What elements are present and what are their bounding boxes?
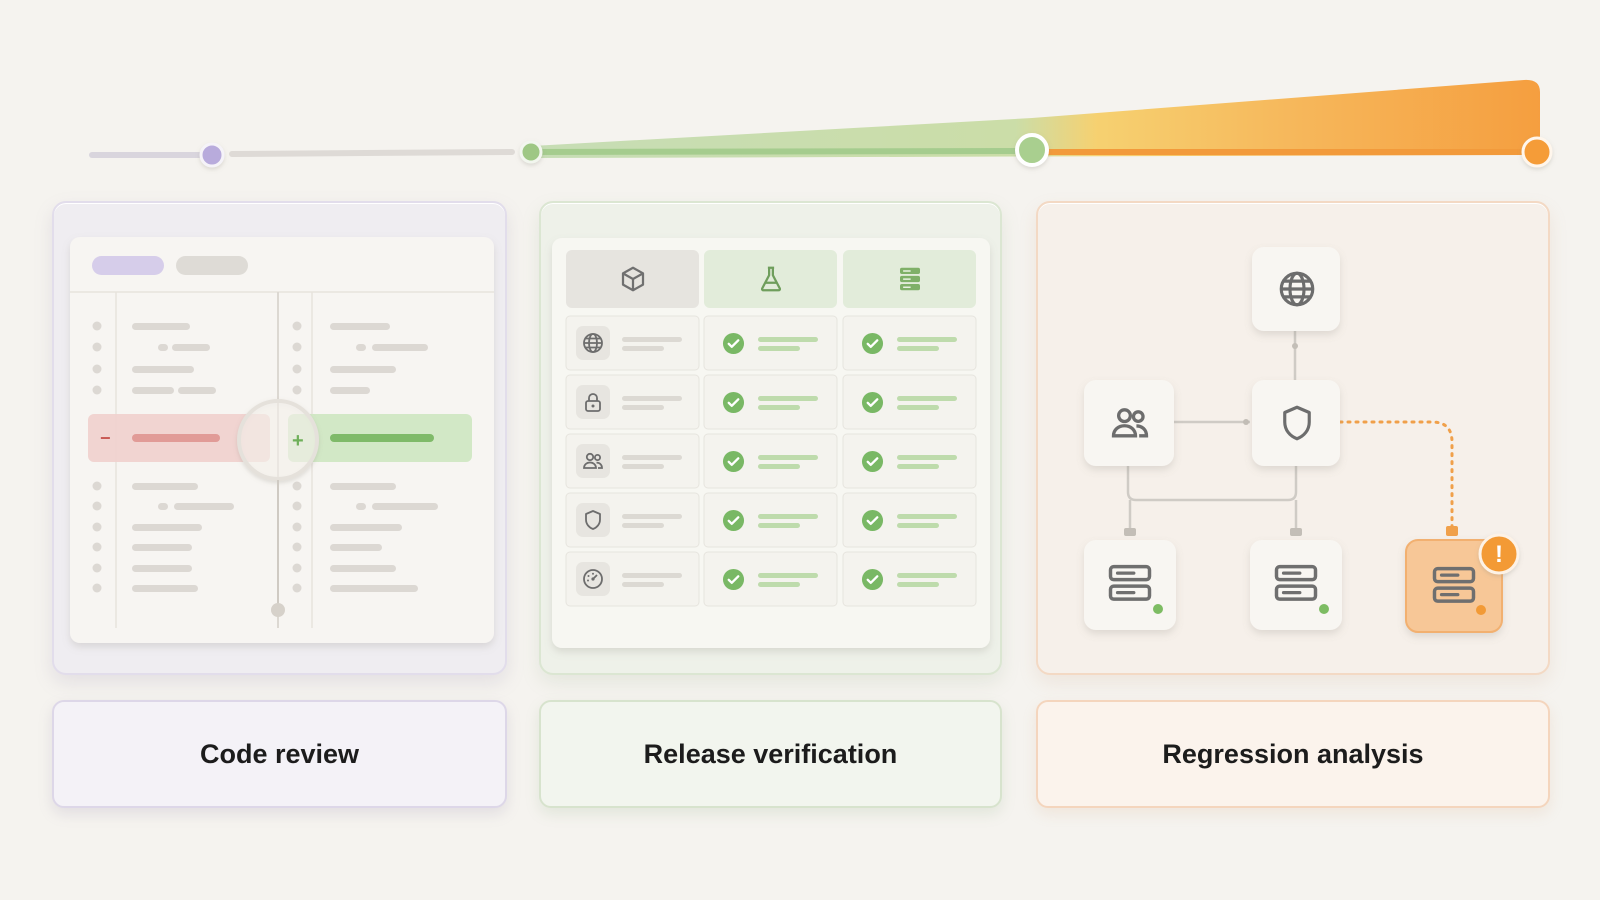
timeline-node-verify-start[interactable] [519,140,543,164]
check-icon [861,509,884,532]
row-2-data-line-2 [897,405,939,410]
row-1-label-line-2 [622,346,664,351]
check-icon [722,568,745,591]
row-3-tests-line [758,455,818,460]
diff-window: − + [70,237,494,643]
timeline-node-code-review[interactable] [199,142,225,168]
row-2-tests-line [758,396,818,401]
node-security[interactable] [1252,380,1340,466]
row-4-tests-line [758,514,818,519]
stage-card-release-verification[interactable]: Release verification [539,700,1002,808]
diff-tab-2[interactable] [176,256,248,275]
removed-code [132,434,220,442]
server-2-status [1317,602,1331,616]
row-4-data-line [897,514,957,519]
row-5-label-line [622,573,682,578]
stage-label-release-verification: Release verification [643,738,898,769]
alert-marker: ! [1495,541,1503,568]
stage-card-code-review[interactable]: Code review [52,700,507,808]
added-marker: + [292,430,304,452]
row-1-label-line [622,337,682,342]
server-3-status [1474,603,1488,617]
regression-trace [1338,420,1454,532]
row-5-label-line-2 [622,582,664,587]
row-3-tests-line-2 [758,464,800,469]
stage-label-regression-analysis: Regression analysis [1162,738,1424,769]
timeline-segment-gray-2 [229,149,515,157]
row-4-label-line-2 [622,523,664,528]
check-icon [722,509,745,532]
check-icon [861,332,884,355]
row-2-data-line [897,396,957,401]
row-2-icon-box [576,385,610,419]
row-2-label-line [622,396,682,401]
row-4-icon-box [576,503,610,537]
check-icon [722,332,745,355]
check-icon [861,568,884,591]
row-5-tests-line-2 [758,582,800,587]
diff-tab-1[interactable] [92,256,164,275]
row-5-data-line [897,573,957,578]
row-1-tests-line-2 [758,346,800,351]
row-4-data-line-2 [897,523,939,528]
row-3-data-line-2 [897,464,939,469]
row-4-tests-line-2 [758,523,800,528]
row-3-label-line [622,455,682,460]
check-icon [722,391,745,414]
row-1-tests-line [758,337,818,342]
check-icon [722,450,745,473]
verification-table [552,238,990,648]
row-2-label-line-2 [622,405,664,410]
row-1-data-line [897,337,957,342]
timeline-node-release-verification[interactable] [1015,133,1049,167]
database-icon [900,267,920,291]
row-3-data-line [897,455,957,460]
row-5-tests-line [758,573,818,578]
magnifier-icon[interactable] [237,399,319,481]
col-header-tests[interactable] [704,250,837,308]
timeline [89,79,1553,168]
stage-card-regression-analysis[interactable]: Regression analysis [1036,700,1550,808]
row-2-tests-line-2 [758,405,800,410]
stage-label-code-review: Code review [199,738,360,769]
timeline-node-regression-analysis[interactable] [1521,136,1553,168]
row-1-data-line-2 [897,346,939,351]
server-1-status [1151,602,1165,616]
added-code [330,434,434,442]
row-4-label-line [622,514,682,519]
row-5-data-line-2 [897,582,939,587]
node-users[interactable] [1084,380,1174,466]
architecture-diagram: ! [1084,247,1520,633]
row-3-icon-box [576,444,610,478]
timeline-line-green [529,148,1035,155]
row-3-label-line-2 [622,464,664,469]
check-icon [861,450,884,473]
removed-marker: − [100,428,111,448]
check-icon [861,391,884,414]
scroll-handle[interactable] [271,603,285,617]
